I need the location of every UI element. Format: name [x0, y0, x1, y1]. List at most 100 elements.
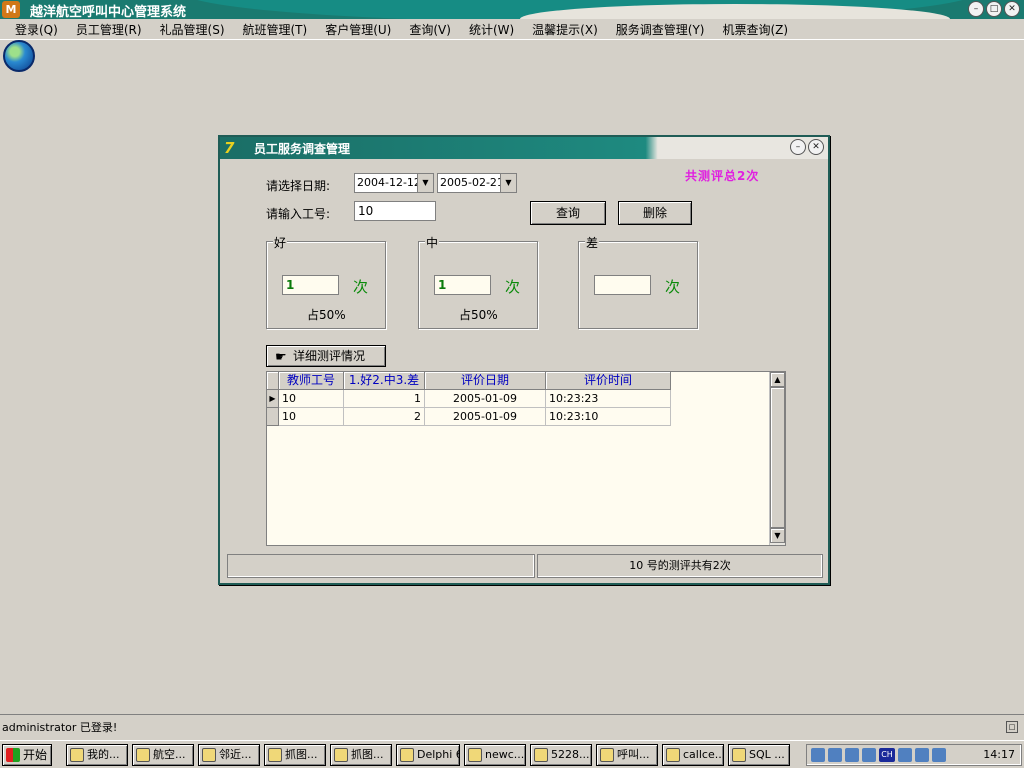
table-row[interactable]: ▶ 10 1 2005-01-09 10:23:23 [267, 390, 671, 408]
capture-icon [334, 748, 348, 762]
task-nearby[interactable]: 邻近... [198, 744, 260, 766]
start-button[interactable]: 开始 [2, 744, 52, 766]
language-indicator-icon[interactable]: CH [879, 748, 895, 762]
menu-gift[interactable]: 礼品管理(S) [151, 21, 234, 38]
total-evaluations-note: 共测评总2次 [685, 169, 760, 183]
cell-teacher-id[interactable]: 10 [279, 390, 344, 408]
table-row[interactable]: 10 2 2005-01-09 10:23:10 [267, 408, 671, 426]
menu-customer[interactable]: 客户管理(U) [316, 21, 400, 38]
status-panel-left [227, 554, 535, 578]
employee-id-label: 请输入工号: [266, 207, 331, 221]
close-icon[interactable]: ✕ [1004, 1, 1020, 17]
delphi-icon [600, 748, 614, 762]
task-label: SQL ... [749, 748, 785, 761]
scroll-thumb[interactable] [770, 387, 785, 528]
date-from-value: 2004-12-12 [357, 176, 421, 189]
task-callce[interactable]: callce... [662, 744, 724, 766]
task-label: callce... [683, 748, 724, 761]
folder-icon [534, 748, 548, 762]
menu-ticket[interactable]: 机票查询(Z) [713, 21, 797, 38]
scroll-up-icon[interactable]: ▲ [770, 372, 785, 387]
folder-icon [268, 748, 282, 762]
menu-query[interactable]: 查询(V) [400, 21, 460, 38]
menu-flight[interactable]: 航班管理(T) [234, 21, 317, 38]
globe-icon[interactable] [3, 40, 35, 72]
pointing-hand-icon: ☛ [275, 350, 287, 365]
task-label: 5228... [551, 748, 590, 761]
menu-bar: 登录(Q) 员工管理(R) 礼品管理(S) 航班管理(T) 客户管理(U) 查询… [0, 19, 1024, 40]
employee-id-input[interactable]: 10 [354, 201, 436, 221]
task-label: Delphi 6 [417, 748, 460, 761]
menu-tips[interactable]: 温馨提示(X) [523, 21, 607, 38]
task-capture-1[interactable]: 抓图... [264, 744, 326, 766]
grid-vertical-scrollbar[interactable]: ▲ ▼ [769, 372, 785, 545]
clock[interactable]: 14:17 [983, 748, 1015, 761]
good-count-field[interactable]: 1 [282, 275, 339, 295]
size-grip-icon[interactable]: □ [1006, 721, 1018, 733]
cell-eval-time[interactable]: 10:23:23 [546, 390, 671, 408]
task-label: 抓图... [351, 748, 384, 761]
survey-window-title-bar: 7 员工服务调查管理 – ✕ [220, 137, 828, 159]
grid-corner [267, 372, 279, 390]
task-sql[interactable]: SQL ... [728, 744, 790, 766]
tray-icon[interactable] [828, 748, 842, 762]
survey-status-bar: 10 号的测评共有2次 [227, 554, 823, 578]
good-unit: 次 [353, 278, 369, 296]
child-minimize-icon[interactable]: – [790, 139, 806, 155]
scroll-down-icon[interactable]: ▼ [770, 528, 785, 543]
cell-rating[interactable]: 2 [344, 408, 425, 426]
task-5228[interactable]: 5228... [530, 744, 592, 766]
login-status: administrator 已登录! [2, 721, 118, 734]
restore-icon[interactable]: □ [986, 1, 1002, 17]
delphi-icon [400, 748, 414, 762]
windows-logo-icon [6, 748, 20, 762]
query-button[interactable]: 查询 [530, 201, 606, 225]
cell-eval-date[interactable]: 2005-01-09 [425, 408, 546, 426]
column-header-eval-time[interactable]: 评价时间 [546, 372, 671, 390]
medium-count-field[interactable]: 1 [434, 275, 491, 295]
group-good-title: 好 [273, 234, 288, 251]
date-to-picker[interactable]: 2005-02-21 ▼ [437, 173, 517, 193]
menu-survey[interactable]: 服务调查管理(Y) [607, 21, 714, 38]
task-delphi[interactable]: Delphi 6 [396, 744, 460, 766]
task-label: 呼叫... [617, 748, 650, 761]
menu-staff[interactable]: 员工管理(R) [67, 21, 151, 38]
column-header-eval-date[interactable]: 评价日期 [425, 372, 546, 390]
task-newc[interactable]: newc... [464, 744, 526, 766]
poor-count-field[interactable] [594, 275, 651, 295]
current-row-indicator-icon: ▶ [267, 390, 279, 408]
users-icon[interactable] [915, 748, 929, 762]
cell-eval-date[interactable]: 2005-01-09 [425, 390, 546, 408]
network-icon[interactable] [862, 748, 876, 762]
folder-icon [202, 748, 216, 762]
status-panel-count: 10 号的测评共有2次 [537, 554, 823, 578]
detail-evaluation-button[interactable]: ☛ 详细测评情况 [266, 345, 386, 367]
group-medium: 中 1 次 占50% [418, 234, 538, 329]
dropdown-arrow-icon[interactable]: ▼ [417, 174, 433, 192]
tray-icon[interactable] [811, 748, 825, 762]
column-header-teacher-id[interactable]: 教师工号 [279, 372, 344, 390]
delphi-icon: 7 [224, 139, 235, 157]
task-callcenter-app[interactable]: 呼叫... [596, 744, 658, 766]
task-capture-2[interactable]: 抓图... [330, 744, 392, 766]
date-from-picker[interactable]: 2004-12-12 ▼ [354, 173, 434, 193]
task-airline[interactable]: 航空... [132, 744, 194, 766]
group-medium-title: 中 [425, 234, 440, 251]
child-close-icon[interactable]: ✕ [808, 139, 824, 155]
volume-icon[interactable] [845, 748, 859, 762]
column-header-rating[interactable]: 1.好2.中3.差 [344, 372, 425, 390]
user-icon[interactable] [932, 748, 946, 762]
task-my-computer[interactable]: 我的... [66, 744, 128, 766]
cell-eval-time[interactable]: 10:23:10 [546, 408, 671, 426]
menu-statistics[interactable]: 统计(W) [460, 21, 523, 38]
keyboard-icon[interactable] [898, 748, 912, 762]
menu-login[interactable]: 登录(Q) [6, 21, 67, 38]
dropdown-arrow-icon[interactable]: ▼ [500, 174, 516, 192]
minimize-icon[interactable]: – [968, 1, 984, 17]
delete-button[interactable]: 删除 [618, 201, 692, 225]
cell-rating[interactable]: 1 [344, 390, 425, 408]
cell-teacher-id[interactable]: 10 [279, 408, 344, 426]
start-label: 开始 [23, 748, 48, 762]
poor-unit: 次 [665, 278, 681, 296]
document-icon [136, 748, 150, 762]
